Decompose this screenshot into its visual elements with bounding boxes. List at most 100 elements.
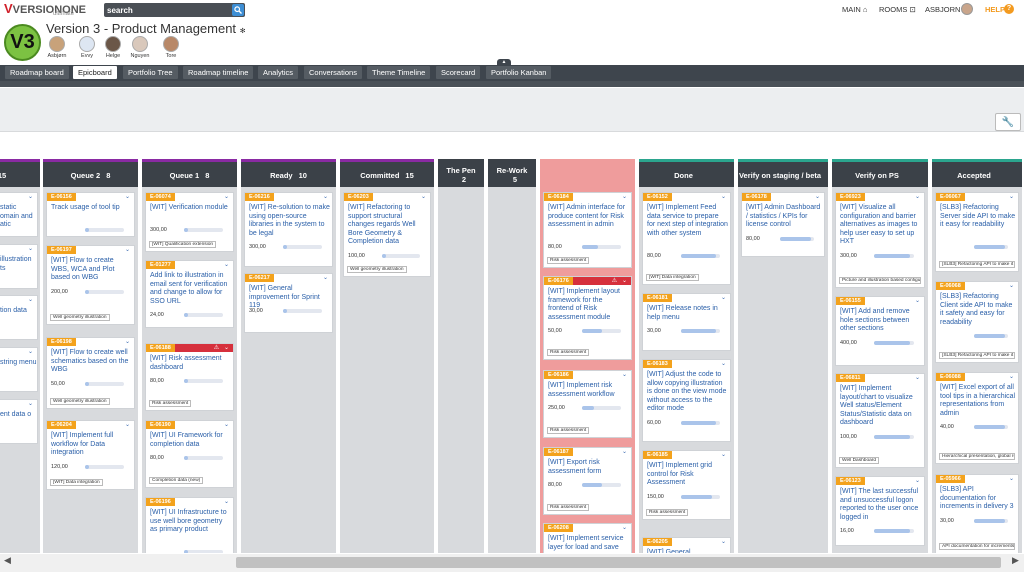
epic-id-badge[interactable]: E-06176 <box>544 277 573 285</box>
member-avatar[interactable]: Evvy <box>74 36 100 59</box>
card-title[interactable]: [WIT] Implement service layer for load a… <box>548 535 629 552</box>
column-header[interactable]: Queue 2 8 <box>43 159 138 187</box>
epic-id-badge[interactable]: E-06188 <box>146 344 175 352</box>
chevron-down-icon[interactable]: ⌄ <box>222 498 231 506</box>
epic-id-badge[interactable]: E-06183 <box>643 360 672 368</box>
epic-id-badge[interactable]: E-06190 <box>146 421 175 429</box>
chevron-down-icon[interactable]: ⌄ <box>719 193 728 201</box>
epic-id-badge[interactable]: E-06123 <box>836 477 865 485</box>
card-title[interactable]: [WIT] Verification module <box>150 204 231 213</box>
chevron-down-icon[interactable]: ⌄ <box>123 193 132 201</box>
card-title[interactable]: [WIT] Implement full workflow for Data i… <box>51 432 132 458</box>
epic-id-badge[interactable]: E-06197 <box>47 246 76 254</box>
chevron-down-icon[interactable]: ⌄ <box>913 193 922 201</box>
card-title[interactable]: [WIT] Admin Dashboard / statistics / KPI… <box>746 204 822 230</box>
tab-analytics[interactable]: Analytics <box>258 66 299 79</box>
chevron-down-icon[interactable]: ⌄ <box>222 193 231 201</box>
chevron-down-icon[interactable]: ⌄ <box>123 338 132 346</box>
card-title[interactable]: [WIT] Adjust the code to allow copying i… <box>647 371 728 414</box>
epic-id-badge[interactable]: E-06068 <box>936 282 965 290</box>
column-header[interactable]: Re-Work 5 <box>488 159 536 187</box>
epic-card[interactable]: E-06923 ⌄ [WIT] Visualize all configuratio… <box>835 192 925 288</box>
chevron-down-icon[interactable]: ⌄ <box>321 274 330 282</box>
epic-card[interactable]: E-06156 ⌄ Track usage of tool tip <box>46 192 135 237</box>
member-avatar[interactable]: Asbjørn <box>44 36 70 59</box>
member-avatar[interactable]: Helge <box>100 36 126 59</box>
card-title[interactable]: [WIT] Excel export of all tool tips in a… <box>940 384 1016 418</box>
search-input[interactable] <box>107 4 229 16</box>
column-header[interactable]: Verify on PS <box>832 159 928 187</box>
help-link[interactable]: HELP <box>985 5 1005 14</box>
epic-id-badge[interactable]: E-06156 <box>47 193 76 201</box>
epic-id-badge[interactable]: E-06196 <box>146 498 175 506</box>
card-title[interactable]: [WIT] Export risk assessment form <box>548 459 629 476</box>
app-logo[interactable]: VVERSIONONE ultimate <box>4 1 86 17</box>
column-header[interactable]: Queue 1 8 <box>142 159 237 187</box>
card-title[interactable]: [WIT] Refactoring to support structural … <box>348 204 428 247</box>
epic-card[interactable]: E-01277 ⌄ Add link to illustration in emai… <box>145 260 234 328</box>
epic-card[interactable]: E-06216 ⌄ [WIT] Re-solution to make using … <box>244 192 333 267</box>
epic-id-badge[interactable]: E-06923 <box>836 193 865 201</box>
card-title[interactable]: [WIT] General improvement for Sprint 119 <box>249 285 330 311</box>
epic-card[interactable]: E-06088 ⌄ [WIT] Excel export of all tool t… <box>935 372 1019 464</box>
chevron-down-icon[interactable]: ⌄ <box>620 371 629 379</box>
epic-card[interactable]: tion data ⌄ <box>0 295 38 340</box>
epic-id-badge[interactable]: E-06074 <box>146 193 175 201</box>
chevron-down-icon[interactable]: ⌄ <box>913 477 922 485</box>
tab-epicboard[interactable]: Epicboard <box>73 66 117 79</box>
epic-card[interactable]: E-06152 ⌄ [WIT] Implement Feed data servic… <box>642 192 731 285</box>
user-avatar[interactable] <box>961 3 973 15</box>
chevron-down-icon[interactable]: ⌄ <box>1007 193 1016 201</box>
column-header[interactable]: 15 <box>0 159 40 187</box>
card-title[interactable]: tion data <box>0 307 27 316</box>
column-header[interactable]: Verify on staging / beta <box>738 159 828 187</box>
card-title[interactable]: static omain and atic <box>0 204 37 230</box>
warning-icon[interactable]: ⚠ <box>212 344 221 352</box>
user-menu[interactable]: ASBJORN <box>925 5 960 14</box>
card-title[interactable]: [WIT] Flow to create WBS, WCA and Plot b… <box>51 257 132 283</box>
epic-card[interactable]: E-06197 ⌄ [WIT] Flow to create WBS, WCA an… <box>46 245 135 325</box>
column-header[interactable]: Ready 10 <box>241 159 336 187</box>
card-title[interactable]: [WIT] General <box>647 549 728 553</box>
chevron-down-icon[interactable]: ⌄ <box>123 421 132 429</box>
chevron-down-icon[interactable]: ⌄ <box>26 193 35 201</box>
card-title[interactable]: ent data o <box>0 411 31 420</box>
epic-id-badge[interactable]: E-06187 <box>544 448 573 456</box>
chevron-down-icon[interactable]: ⌄ <box>26 296 35 304</box>
epic-id-badge[interactable]: E-06184 <box>544 193 573 201</box>
chevron-down-icon[interactable]: ⌄ <box>719 360 728 368</box>
epic-id-badge[interactable]: E-05966 <box>936 475 965 483</box>
epic-card[interactable]: ⚠ E-06176 ⌄ [WIT] Implement layout framewor… <box>543 276 632 360</box>
tab-scorecard[interactable]: Scorecard <box>436 66 481 79</box>
epic-card[interactable]: E-06203 ⌄ [WIT] Refactoring to support str… <box>343 192 431 277</box>
column-header[interactable]: Accepted <box>932 159 1022 187</box>
search-icon[interactable] <box>232 4 244 16</box>
card-title[interactable]: [SLB3] Refactoring Client side API to ma… <box>940 293 1016 327</box>
project-title[interactable]: Version 3 - Product Management ✻ <box>46 21 246 36</box>
card-title[interactable]: [WIT] UI Infrastructure to use well bore… <box>150 509 231 535</box>
chevron-down-icon[interactable]: ⌄ <box>222 344 231 352</box>
epic-id-badge[interactable]: E-06205 <box>643 538 672 546</box>
chevron-down-icon[interactable]: ⌄ <box>222 421 231 429</box>
card-title[interactable]: [WIT] Visualize all configuration and ba… <box>840 204 922 247</box>
card-title[interactable]: [WIT] Admin interface for produce conten… <box>548 204 629 230</box>
wrench-icon[interactable]: 🔧 <box>995 113 1021 131</box>
tab-roadmap-timeline[interactable]: Roadmap timeline <box>183 66 254 79</box>
card-title[interactable]: [WIT] Add and remove hole sections betwe… <box>840 308 922 334</box>
column-header[interactable]: Committed 15 <box>340 159 434 187</box>
epic-card[interactable]: E-06183 ⌄ [WIT] Adjust the code to allow c… <box>642 359 731 442</box>
card-title[interactable]: [WIT] Risk assessment dashboard <box>150 355 231 372</box>
card-title[interactable]: [WIT] Flow to create well schematics bas… <box>51 349 132 375</box>
card-title[interactable]: [SLB3] API documentation for increments … <box>940 486 1016 512</box>
chevron-down-icon[interactable]: ⌄ <box>913 297 922 305</box>
chevron-down-icon[interactable]: ⌄ <box>1007 475 1016 483</box>
chevron-down-icon[interactable]: ⌄ <box>620 524 629 532</box>
epic-card[interactable]: E-06208 ⌄ [WIT] Implement service layer fo… <box>543 523 632 553</box>
card-title[interactable]: [WIT] Release notes in help menu <box>647 305 728 322</box>
epic-card[interactable]: E-06205 ⌄ [WIT] General <box>642 537 731 553</box>
epic-id-badge[interactable]: E-06204 <box>47 421 76 429</box>
tab-roadmap-board[interactable]: Roadmap board <box>5 66 69 79</box>
epic-card[interactable]: string menu ⌄ <box>0 347 38 392</box>
epic-card[interactable]: E-06068 ⌄ [SLB3] Refactoring Client side A… <box>935 281 1019 363</box>
card-title[interactable]: [WIT] Implement grid control for Risk As… <box>647 462 728 488</box>
